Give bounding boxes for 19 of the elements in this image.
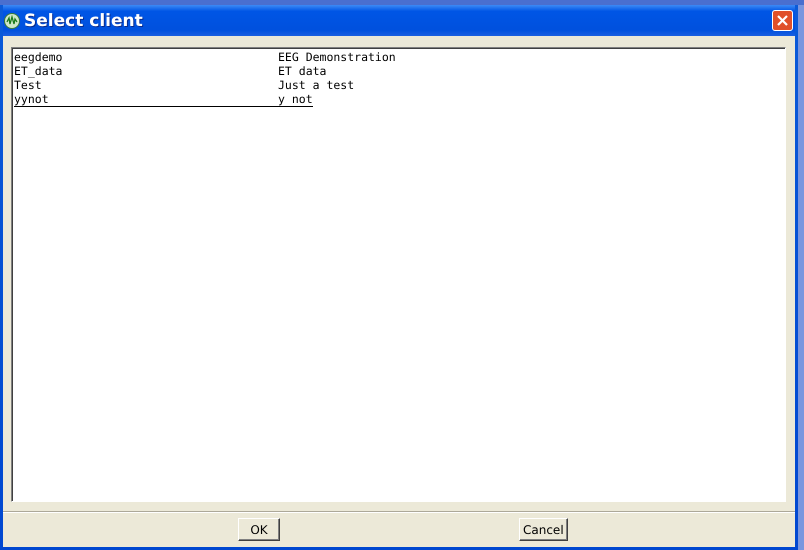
client-name: Test bbox=[14, 78, 43, 92]
client-row[interactable]: Test Just a test bbox=[14, 78, 354, 92]
client-description: ET data bbox=[278, 64, 326, 78]
client-name: eegdemo bbox=[14, 50, 64, 64]
client-description: EEG Demonstration bbox=[278, 50, 396, 64]
window-title: Select client bbox=[24, 10, 144, 30]
client-description: Just a test bbox=[278, 78, 354, 92]
client-name: yynot bbox=[14, 92, 50, 106]
client-name: ET_data bbox=[14, 64, 64, 78]
close-button[interactable] bbox=[772, 10, 793, 31]
client-row[interactable]: yynot y not bbox=[14, 92, 313, 107]
client-row[interactable]: ET_data ET data bbox=[14, 64, 326, 78]
cancel-button[interactable]: Cancel bbox=[519, 518, 568, 541]
client-row[interactable]: eegdemo EEG Demonstration bbox=[14, 50, 396, 64]
close-icon bbox=[776, 14, 789, 27]
app-icon bbox=[4, 12, 20, 28]
ok-button[interactable]: OK bbox=[238, 518, 280, 541]
client-list[interactable]: eegdemo EEG Demonstration ET_data ET data Test Just a test yynot y not bbox=[11, 47, 786, 502]
client-description: y not bbox=[278, 92, 313, 106]
